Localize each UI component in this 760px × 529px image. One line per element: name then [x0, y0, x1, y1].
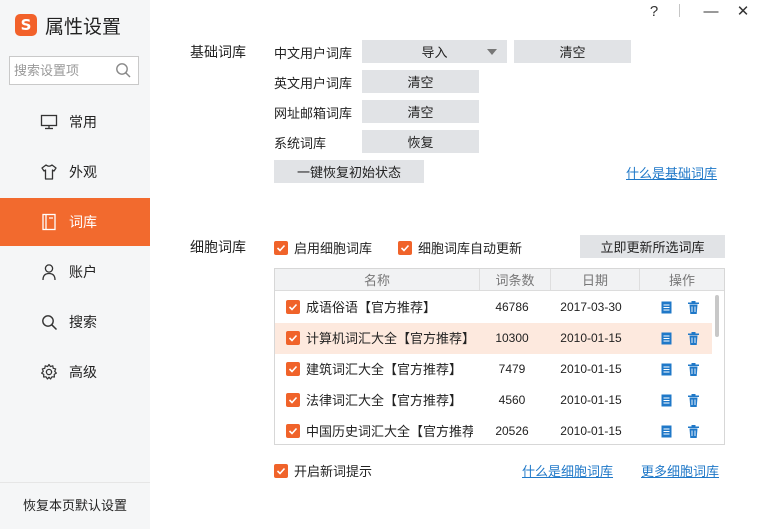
- checkbox-checked-icon[interactable]: [274, 463, 288, 478]
- user-icon: [40, 263, 58, 281]
- minimize-button[interactable]: —: [698, 0, 724, 22]
- restore-system-dict-button[interactable]: 恢复: [362, 130, 479, 153]
- nav-label: 常用: [69, 114, 97, 130]
- table-header: 名称 词条数 日期 操作: [275, 269, 724, 291]
- details-icon[interactable]: [659, 362, 674, 377]
- cell-dictionary-title: 细胞词库: [190, 239, 246, 255]
- checkbox-checked-icon[interactable]: [286, 362, 300, 376]
- nav-item-dictionary[interactable]: 词库: [0, 198, 150, 246]
- dict-name: 中国历史词汇大全【官方推荐】: [306, 424, 473, 439]
- checkbox-checked-icon[interactable]: [286, 393, 300, 407]
- table-row[interactable]: 建筑词汇大全【官方推荐】 7479 2010-01-15: [275, 354, 712, 385]
- what-is-basic-dict-link[interactable]: 什么是基础词库: [626, 163, 717, 182]
- clear-english-dict-button[interactable]: 清空: [362, 70, 479, 93]
- details-icon[interactable]: [659, 393, 674, 408]
- restore-initial-state-button[interactable]: 一键恢复初始状态: [274, 160, 424, 183]
- restore-defaults-button[interactable]: 恢复本页默认设置: [0, 482, 150, 526]
- checkbox-checked-icon[interactable]: [274, 240, 288, 255]
- nav-label: 词库: [69, 214, 97, 230]
- dict-word-count: 4560: [498, 393, 526, 407]
- dict-name: 计算机词汇大全【官方推荐】: [306, 331, 473, 346]
- dict-date: 2010-01-15: [560, 393, 622, 407]
- chinese-user-dict-label: 中文用户词库: [274, 46, 353, 61]
- column-header-date: 日期: [581, 273, 608, 288]
- column-header-actions: 操作: [668, 273, 695, 288]
- table-row[interactable]: 计算机词汇大全【官方推荐】 10300 2010-01-15: [275, 323, 712, 354]
- enable-cell-dict-label: 启用细胞词库: [294, 241, 373, 256]
- import-label: 导入: [421, 45, 448, 60]
- column-header-count: 词条数: [495, 273, 535, 288]
- nav-label: 账户: [69, 264, 97, 280]
- new-word-tip-label: 开启新词提示: [294, 464, 373, 479]
- auto-update-label: 细胞词库自动更新: [418, 241, 523, 256]
- checkbox-checked-icon[interactable]: [398, 240, 412, 255]
- clear-url-email-dict-button[interactable]: 清空: [362, 100, 479, 123]
- search-icon: [40, 313, 58, 331]
- enable-cell-dict-checkbox[interactable]: 启用细胞词库: [274, 238, 372, 257]
- help-button[interactable]: ?: [641, 0, 667, 22]
- trash-icon[interactable]: [686, 362, 701, 377]
- table-scrollbar[interactable]: [715, 295, 719, 337]
- shirt-icon: [40, 163, 58, 181]
- dict-date: 2010-01-15: [560, 362, 622, 376]
- details-icon[interactable]: [659, 424, 674, 439]
- more-cell-dicts-link[interactable]: 更多细胞词库: [641, 461, 719, 480]
- import-dropdown-button[interactable]: 导入: [362, 40, 507, 63]
- table-row[interactable]: 中国历史词汇大全【官方推荐】 20526 2010-01-15: [275, 416, 712, 444]
- checkbox-checked-icon[interactable]: [286, 300, 300, 314]
- auto-update-checkbox[interactable]: 细胞词库自动更新: [398, 238, 522, 257]
- nav-label: 搜索: [69, 314, 97, 330]
- system-dict-label: 系统词库: [274, 136, 327, 151]
- what-is-cell-dict-link[interactable]: 什么是细胞词库: [522, 461, 613, 480]
- dict-date: 2010-01-15: [560, 331, 622, 345]
- trash-icon[interactable]: [686, 424, 701, 439]
- dict-word-count: 10300: [495, 331, 529, 345]
- search-icon[interactable]: [115, 62, 132, 79]
- dict-word-count: 46786: [495, 300, 529, 314]
- monitor-icon: [40, 113, 58, 131]
- nav-item-account[interactable]: 账户: [0, 248, 150, 296]
- dict-name: 成语俗语【官方推荐】: [306, 300, 437, 315]
- english-user-dict-label: 英文用户词库: [274, 76, 353, 91]
- url-email-dict-label: 网址邮箱词库: [274, 106, 353, 121]
- nav-label: 外观: [69, 164, 97, 180]
- nav-item-search[interactable]: 搜索: [0, 298, 150, 346]
- dict-word-count: 7479: [498, 362, 526, 376]
- book-icon: [40, 213, 58, 231]
- nav-item-common[interactable]: 常用: [0, 98, 150, 146]
- search-input[interactable]: [10, 57, 110, 84]
- column-header-name: 名称: [363, 273, 390, 288]
- cell-dictionary-table: 名称 词条数 日期 操作 成语俗语【官方推荐】 46786 2017-03-30…: [274, 268, 725, 445]
- trash-icon[interactable]: [686, 300, 701, 315]
- table-row[interactable]: 成语俗语【官方推荐】 46786 2017-03-30: [275, 292, 712, 323]
- app-brand: S 属性设置: [15, 12, 121, 38]
- clear-chinese-dict-button[interactable]: 清空: [514, 40, 631, 63]
- checkbox-checked-icon[interactable]: [286, 424, 300, 438]
- dict-word-count: 20526: [495, 424, 529, 438]
- trash-icon[interactable]: [686, 331, 701, 346]
- nav-item-appearance[interactable]: 外观: [0, 148, 150, 196]
- gear-icon: [40, 363, 58, 381]
- update-selected-button[interactable]: 立即更新所选词库: [580, 235, 725, 258]
- window-control-divider: [679, 4, 680, 17]
- details-icon[interactable]: [659, 300, 674, 315]
- trash-icon[interactable]: [686, 393, 701, 408]
- checkbox-checked-icon[interactable]: [286, 331, 300, 345]
- basic-dictionary-title: 基础词库: [190, 44, 246, 60]
- sogou-logo-icon: S: [15, 14, 37, 36]
- dict-name: 法律词汇大全【官方推荐】: [306, 393, 463, 408]
- dict-date: 2017-03-30: [560, 300, 622, 314]
- nav-item-advanced[interactable]: 高级: [0, 348, 150, 396]
- dict-date: 2010-01-15: [560, 424, 622, 438]
- details-icon[interactable]: [659, 331, 674, 346]
- close-button[interactable]: ✕: [730, 0, 756, 22]
- app-title: 属性设置: [45, 16, 122, 38]
- search-box[interactable]: [9, 56, 139, 85]
- chevron-down-icon: [487, 49, 497, 55]
- table-row[interactable]: 法律词汇大全【官方推荐】 4560 2010-01-15: [275, 385, 712, 416]
- nav-label: 高级: [69, 364, 97, 380]
- new-word-tip-checkbox[interactable]: 开启新词提示: [274, 461, 372, 480]
- sidebar: S 属性设置 常用 外观 词库 账户 搜: [0, 0, 150, 529]
- dict-name: 建筑词汇大全【官方推荐】: [306, 362, 463, 377]
